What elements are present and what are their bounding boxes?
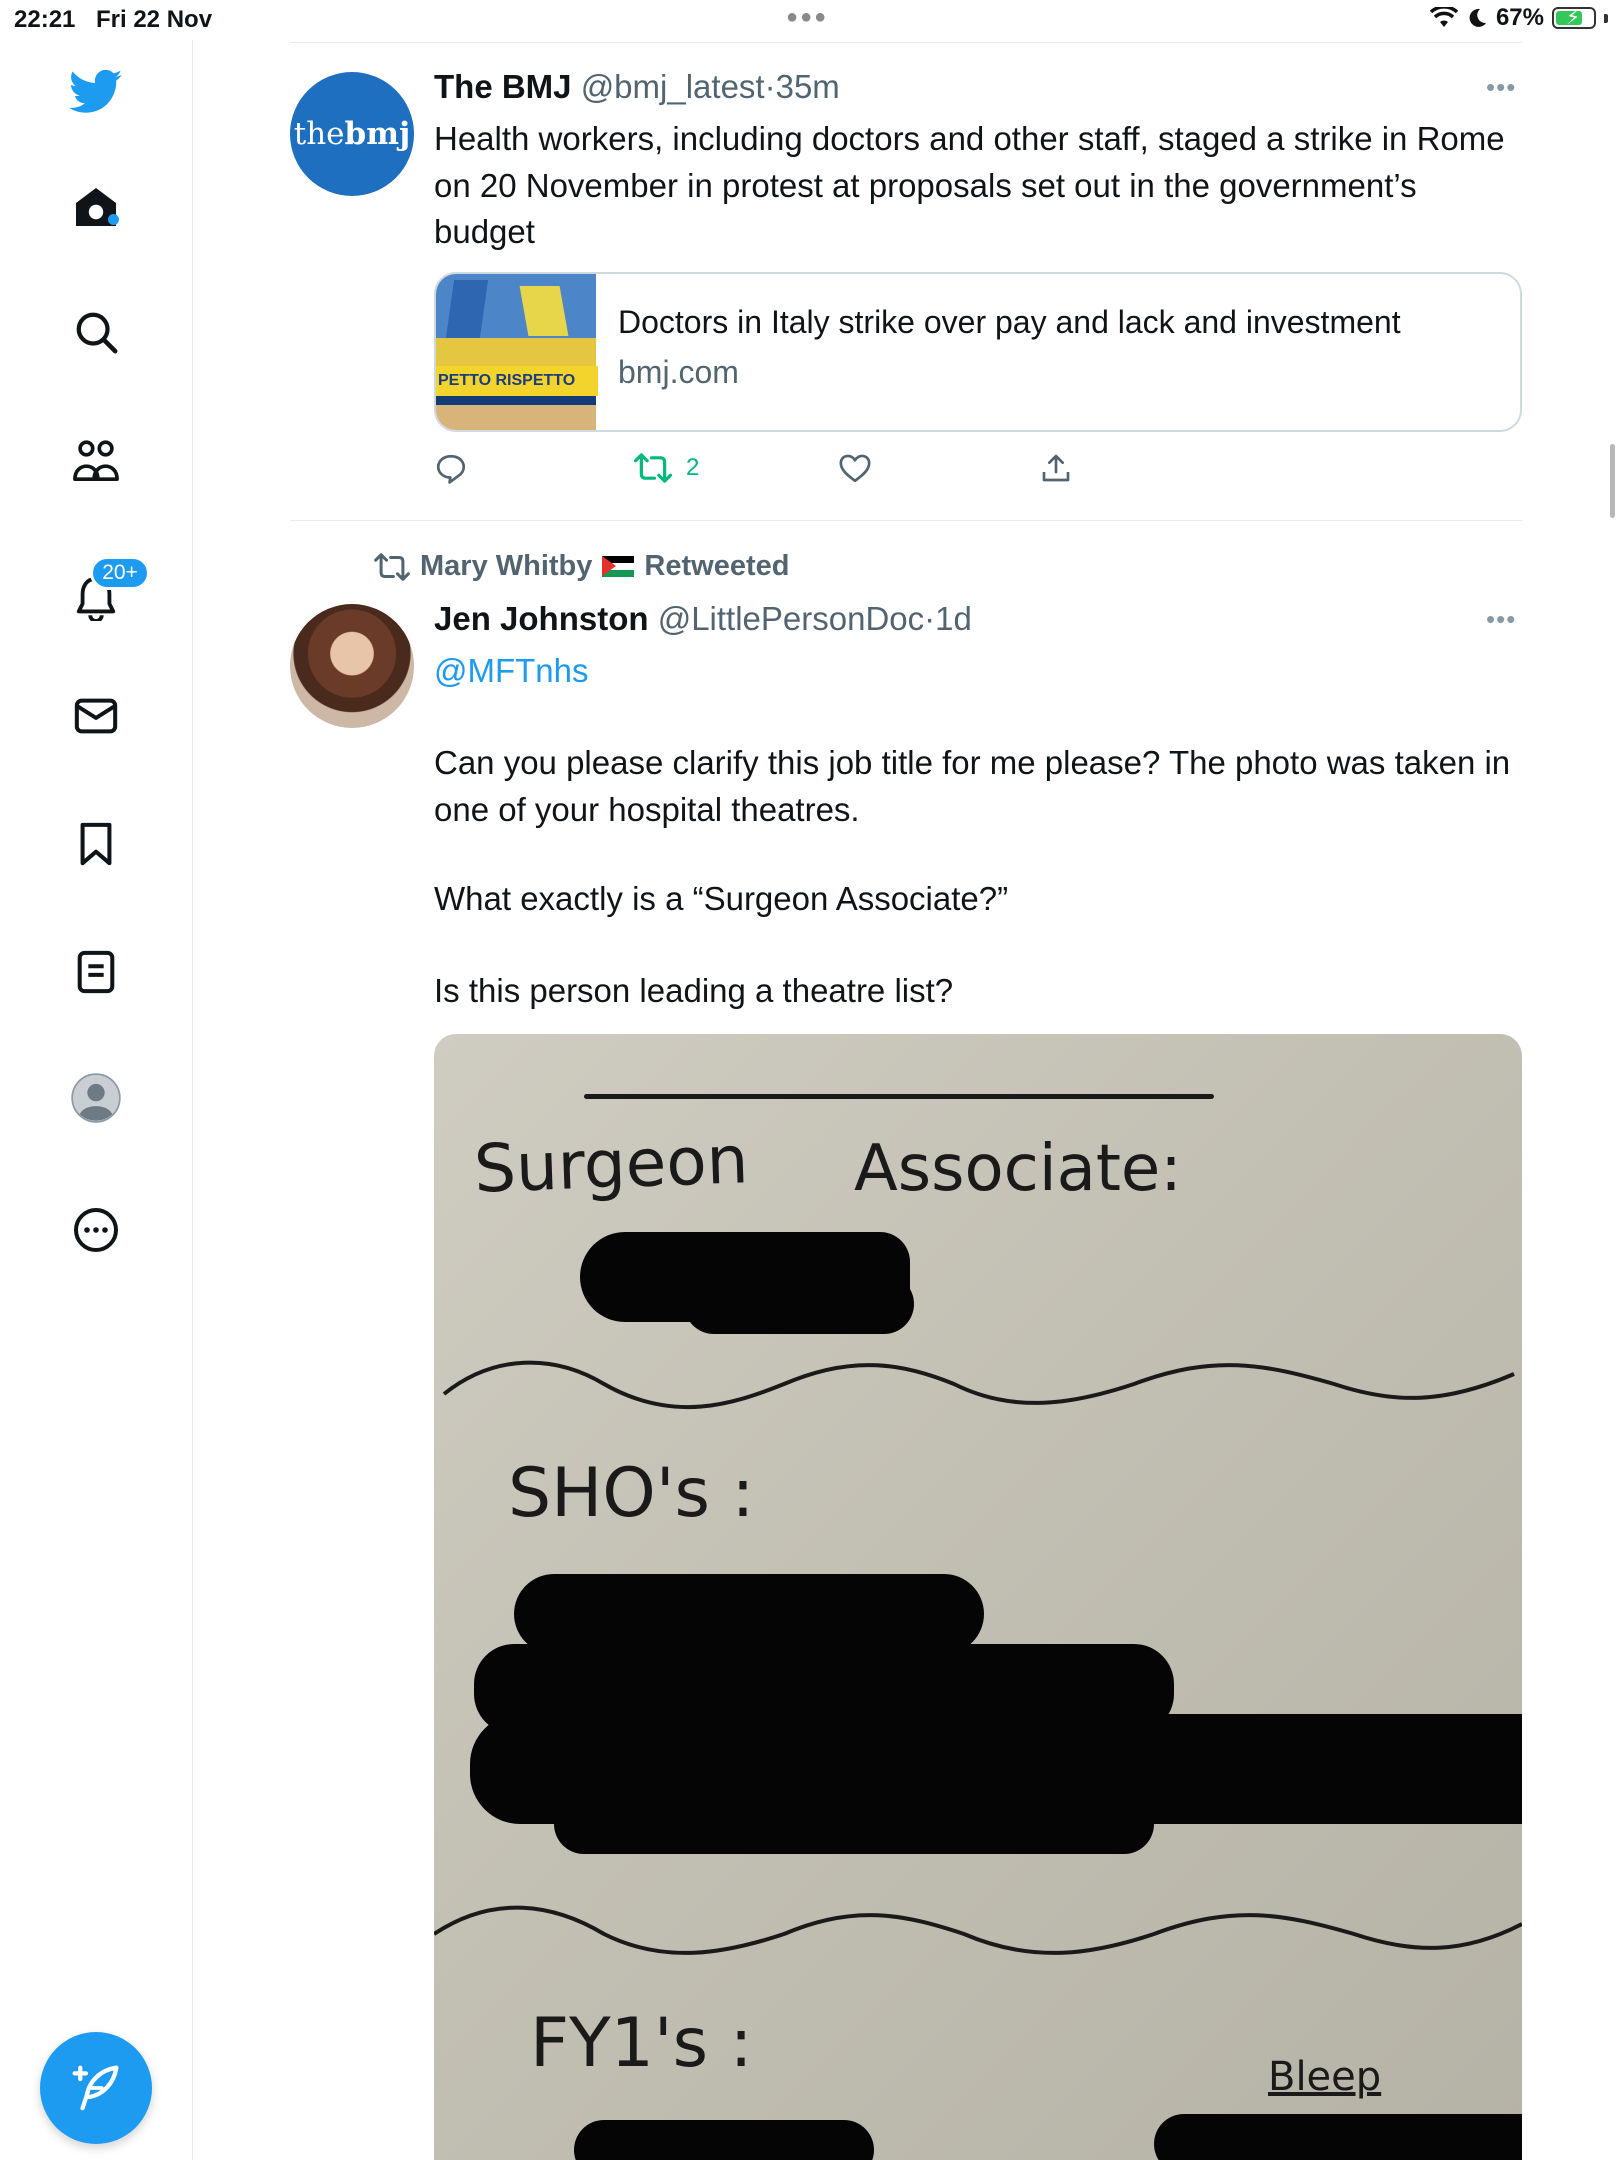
tweet-time[interactable]: 1d — [935, 600, 972, 637]
author-name[interactable]: Jen Johnston — [434, 600, 649, 637]
status-bar: 22:21 Fri 22 Nov ●●● 67% ⚡ — [0, 0, 1620, 40]
reply-button[interactable] — [434, 452, 482, 486]
retweet-icon — [634, 453, 672, 483]
whiteboard-wave — [434, 1905, 1522, 1955]
communities-icon — [73, 440, 119, 481]
tweet-paragraph: Can you please clarify this job title fo… — [434, 744, 1511, 828]
like-button[interactable] — [838, 452, 886, 484]
retweeted-label: Retweeted — [644, 550, 790, 582]
redaction-mark — [554, 1794, 1154, 1854]
redaction-mark — [684, 1274, 914, 1334]
tweet-paragraph: Is this person leading a theatre list? — [434, 972, 954, 1009]
whiteboard-wave — [442, 1360, 1515, 1410]
retweeted-by[interactable]: Mary Whitby — [420, 550, 592, 583]
whiteboard-text: SHO's : — [508, 1454, 755, 1533]
twitter-bird-icon — [69, 69, 123, 113]
avatar-jen-johnston[interactable] — [290, 604, 414, 728]
mention-link[interactable]: @MFTnhs — [434, 648, 1524, 695]
retweet-button[interactable]: 2 — [634, 452, 699, 484]
more-circle-icon — [74, 1208, 118, 1252]
battery-icon: ⚡ — [1552, 7, 1596, 29]
card-title: Doctors in Italy strike over pay and lac… — [618, 304, 1401, 340]
reply-icon — [436, 454, 466, 484]
envelope-icon — [74, 698, 118, 734]
tweet-header: The BMJ @bmj_latest·35m — [434, 68, 840, 106]
whiteboard-text: Surgeon — [472, 1121, 750, 1208]
retweet-icon — [374, 552, 410, 581]
retweet-count: 2 — [686, 454, 700, 481]
tweet-paragraph: What exactly is a “Surgeon Associate?” — [434, 880, 1009, 917]
bookmark-icon — [80, 822, 112, 866]
retweet-context[interactable]: Mary Whitby Retweeted — [374, 550, 789, 583]
sidebar-item-more[interactable] — [66, 1200, 126, 1260]
sidebar-item-explore[interactable] — [66, 302, 126, 362]
whiteboard-text: FY1's : — [530, 2004, 753, 2083]
card-thumbnail-banner: PETTO RISPETTO — [436, 366, 598, 396]
bmj-logo-bold: bmj — [344, 116, 411, 152]
redaction-mark — [514, 1574, 984, 1654]
whiteboard-text: Bleep — [1268, 2054, 1382, 2100]
status-indicators: 67% ⚡ — [1429, 4, 1608, 32]
heart-icon — [839, 454, 871, 483]
status-time: 22:21 — [14, 6, 76, 33]
timeline-divider — [290, 42, 1522, 43]
list-icon — [77, 950, 115, 994]
sidebar: 20+ — [0, 40, 193, 2160]
author-handle[interactable]: @LittlePersonDoc — [658, 600, 924, 637]
author-handle[interactable]: @bmj_latest — [581, 68, 765, 105]
tweet-photo[interactable]: Surgeon Associate: SHO's : FY1's : Bleep — [434, 1034, 1522, 2160]
sidebar-item-communities[interactable] — [66, 430, 126, 490]
separator: · — [924, 600, 936, 637]
redaction-mark — [1154, 2114, 1522, 2160]
search-icon — [76, 312, 118, 354]
whiteboard-text: Associate: — [854, 1132, 1182, 1206]
compose-feather-icon — [72, 2065, 119, 2111]
share-icon — [1042, 454, 1070, 482]
tweet-time[interactable]: 35m — [776, 68, 840, 105]
tweet-more-icon[interactable]: ••• — [1486, 604, 1516, 635]
tweet-divider — [290, 520, 1522, 521]
status-date: Fri 22 Nov — [96, 6, 213, 33]
battery-percent: 67% — [1495, 4, 1544, 31]
sidebar-item-messages[interactable] — [66, 686, 126, 746]
link-card[interactable]: PETTO RISPETTO Doctors in Italy strike o… — [434, 272, 1522, 432]
sidebar-item-lists[interactable] — [66, 942, 126, 1002]
tweet-text: Health workers, including doctors and ot… — [434, 120, 1505, 250]
share-button[interactable] — [1040, 452, 1072, 484]
home-unread-dot — [108, 214, 119, 225]
notification-badge: 20+ — [90, 556, 150, 590]
redaction-mark — [574, 2120, 874, 2160]
tweet-more-icon[interactable]: ••• — [1486, 72, 1516, 103]
sidebar-item-profile[interactable] — [66, 1068, 126, 1128]
sidebar-item-bookmarks[interactable] — [66, 814, 126, 874]
author-name[interactable]: The BMJ — [434, 68, 572, 105]
separator: · — [764, 68, 776, 105]
palestine-flag-icon — [602, 556, 635, 577]
sidebar-item-home[interactable] — [66, 178, 126, 238]
compose-tweet-button[interactable] — [40, 2032, 152, 2144]
avatar-bmj[interactable]: the bmj — [290, 72, 414, 196]
tweet-header: Jen Johnston @LittlePersonDoc·1d — [434, 600, 972, 638]
whiteboard-rule — [584, 1094, 1214, 1099]
card-thumbnail: PETTO RISPETTO — [436, 274, 598, 430]
scroll-indicator[interactable] — [1610, 444, 1615, 518]
twitter-logo-button[interactable] — [66, 62, 126, 122]
profile-icon — [71, 1073, 121, 1123]
multitasking-dots-icon[interactable]: ●●● — [786, 6, 828, 29]
wifi-icon — [1429, 7, 1458, 27]
moon-icon — [1469, 8, 1486, 27]
bmj-logo-light: the — [293, 116, 345, 152]
card-domain: bmj.com — [618, 354, 739, 390]
